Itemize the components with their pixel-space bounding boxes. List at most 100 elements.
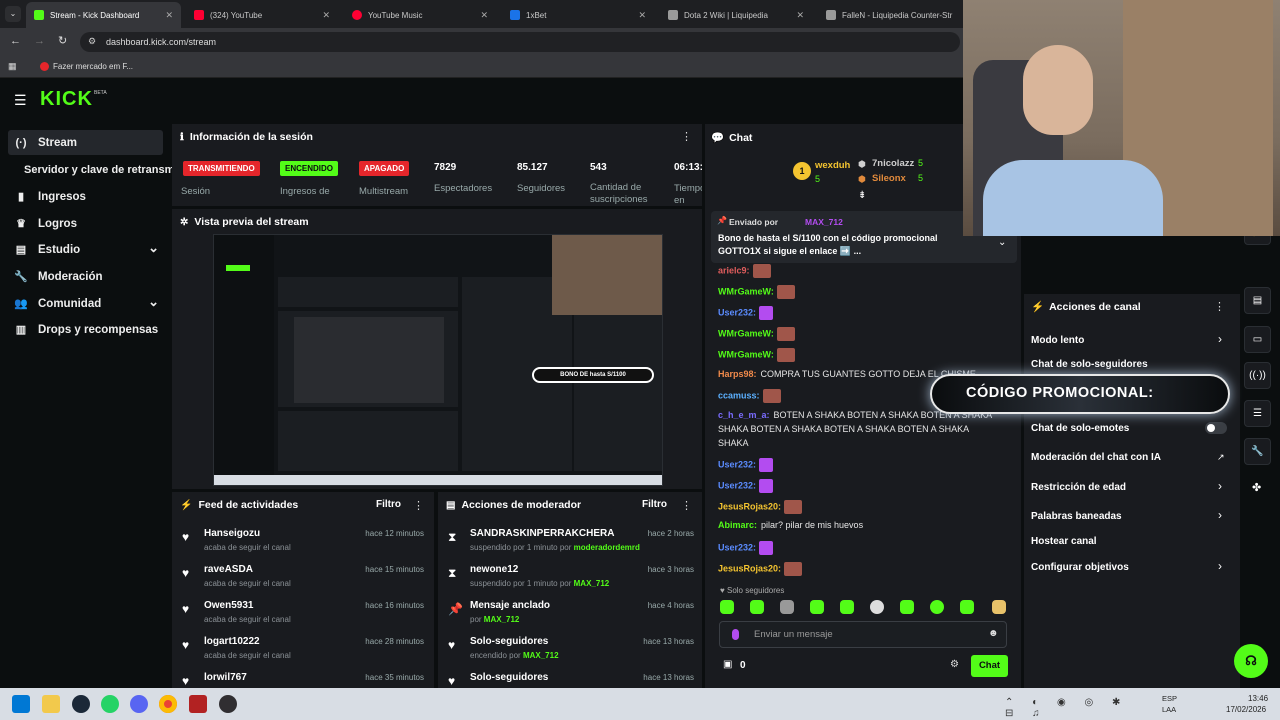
leader-name[interactable]: 7nicolazz (872, 158, 914, 169)
sidebar-item-ingresos[interactable]: ▮ Ingresos (8, 184, 163, 209)
list-item[interactable]: ♥ lorwil767 hace 35 minutos (172, 668, 432, 688)
filter-button[interactable]: Filtro (376, 499, 401, 510)
sidebar-item-moderacion[interactable]: 🔧 Moderación (8, 264, 163, 289)
action-host-channel[interactable]: Hostear canal (1031, 536, 1097, 547)
kick-logo[interactable]: KICK (40, 88, 93, 111)
chat-username[interactable]: WMrGameW: (718, 286, 774, 296)
chat-input[interactable]: Enviar un mensaje ☻ (719, 621, 1007, 648)
chat-username[interactable]: c_h_e_m_a: (718, 410, 770, 420)
reload-icon[interactable]: ↻ (58, 34, 67, 47)
chat-message[interactable]: JesusRojas20: (718, 562, 803, 576)
chat-message[interactable]: SHAKA (718, 438, 749, 448)
target-name[interactable]: Solo-seguidores (470, 636, 548, 647)
sidebar-item-estudio[interactable]: ▤ Estudio ⌄ (8, 237, 163, 262)
tab-dota-wiki[interactable]: Dota 2 Wiki | Liquipedia ✕ (660, 2, 812, 28)
list-item[interactable]: ♥ Owen5931 acaba de seguir el canal hace… (172, 596, 432, 632)
toolbar-button[interactable]: ▭ (1244, 326, 1271, 353)
chevron-right-icon[interactable]: › (1218, 559, 1222, 573)
more-options-icon[interactable]: ⋮ (681, 499, 692, 512)
close-tab-icon[interactable]: ✕ (480, 10, 488, 21)
chat-message[interactable]: WMrGameW: (718, 348, 795, 362)
file-explorer-icon[interactable] (42, 695, 60, 713)
site-info-icon[interactable]: ⚙ (88, 36, 96, 47)
sidebar-item-logros[interactable]: ♛ Logros (8, 211, 163, 236)
stream-preview-video[interactable]: BONO DE hasta S/1100 (213, 234, 663, 486)
emote-icon[interactable] (992, 600, 1006, 614)
chat-message[interactable]: User232: (718, 479, 774, 493)
chat-message[interactable]: User232: (718, 306, 774, 320)
gear-icon[interactable]: ⚙ (950, 659, 959, 670)
discord-icon[interactable] (130, 695, 148, 713)
sidebar-item-server-key[interactable]: Servidor y clave de retransm (20, 157, 175, 182)
close-tab-icon[interactable]: ✕ (165, 10, 173, 21)
emote-icon[interactable] (750, 600, 764, 614)
whatsapp-icon[interactable] (101, 695, 119, 713)
toolbar-button[interactable]: ((·)) (1244, 362, 1271, 389)
action-age-restriction[interactable]: Restricción de edad (1031, 482, 1126, 493)
more-options-icon[interactable]: ⋮ (1214, 300, 1225, 313)
chevron-down-icon[interactable]: ⌄ (148, 240, 159, 256)
sidebar-item-drops[interactable]: ▥ Drops y recompensas (8, 317, 163, 342)
chat-message[interactable]: ccamuss: (718, 389, 781, 403)
username[interactable]: lorwil767 (204, 672, 247, 683)
chat-message[interactable]: SHAKA BOTEN A SHAKA BOTEN A SHAKA BOTEN … (718, 424, 969, 434)
chat-username[interactable]: JesusRojas20: (718, 501, 781, 511)
chevron-down-icon[interactable]: ⌄ (148, 294, 159, 310)
emote-icon[interactable] (810, 600, 824, 614)
username[interactable]: raveASDA (204, 564, 253, 575)
chat-message[interactable]: WMrGameW: (718, 327, 795, 341)
tab-kick-dashboard[interactable]: Stream - Kick Dashboard ✕ (26, 2, 181, 28)
steam-icon[interactable] (72, 695, 90, 713)
emote-icon[interactable] (840, 600, 854, 614)
list-item[interactable]: ⧗ newone12 suspendido por 1 minuto por M… (438, 560, 702, 596)
chat-username[interactable]: Abimarc: (718, 520, 757, 530)
leader-name[interactable]: wexduh (815, 160, 850, 171)
clock-time[interactable]: 13:46 (1248, 694, 1268, 703)
tab-fallen-liquipedia[interactable]: FalleN - Liquipedia Counter-Str (818, 2, 966, 28)
chrome-icon[interactable] (159, 695, 177, 713)
hamburger-menu-icon[interactable]: ☰ (14, 92, 27, 109)
bookmark-item[interactable]: Fazer mercado em F... (53, 62, 133, 71)
emote-icon[interactable] (930, 600, 944, 614)
dota-icon[interactable] (189, 695, 207, 713)
emote-icon[interactable] (960, 600, 974, 614)
chat-message[interactable]: arielc9: (718, 264, 771, 278)
close-tab-icon[interactable]: ✕ (796, 10, 804, 21)
target-name[interactable]: newone12 (470, 564, 518, 575)
emote-icon[interactable] (870, 600, 884, 614)
chat-message[interactable]: WMrGameW: (718, 285, 795, 299)
close-tab-icon[interactable]: ✕ (638, 10, 646, 21)
chevron-down-icon[interactable]: ⌄ (998, 237, 1006, 248)
list-item[interactable]: ♥ raveASDA acaba de seguir el canal hace… (172, 560, 432, 596)
list-item[interactable]: ♥ Solo-seguidores encendido por MAX_712 … (438, 632, 702, 668)
back-icon[interactable]: ← (10, 35, 21, 47)
lang-indicator[interactable]: ESP (1162, 694, 1177, 703)
sidebar-item-stream[interactable]: (·) Stream (8, 130, 163, 155)
pinned-by-user[interactable]: MAX_712 (805, 217, 843, 227)
action-banned-words[interactable]: Palabras baneadas (1031, 511, 1122, 522)
more-options-icon[interactable]: ⋮ (681, 130, 692, 143)
target-name[interactable]: Mensaje anclado (470, 600, 550, 611)
send-chat-button[interactable]: Chat (971, 655, 1008, 677)
chat-username[interactable]: arielc9: (718, 265, 750, 275)
external-link-icon[interactable]: ↗ (1217, 452, 1225, 463)
chat-username[interactable]: ccamuss: (718, 390, 760, 400)
forward-icon[interactable]: → (34, 35, 45, 47)
chat-username[interactable]: WMrGameW: (718, 349, 774, 359)
sidebar-item-comunidad[interactable]: 👥 Comunidad ⌄ (8, 291, 163, 316)
action-ai-moderation[interactable]: Moderación del chat con IA (1031, 452, 1161, 463)
action-configure-goals[interactable]: Configurar objetivos (1031, 562, 1129, 573)
target-name[interactable]: Solo-seguidores (470, 672, 548, 683)
emotes-only-toggle[interactable] (1205, 422, 1227, 434)
toolbar-button[interactable]: ▤ (1244, 287, 1271, 314)
list-item[interactable]: ⧗ SANDRASKINPERRAKCHERA suspendido por 1… (438, 524, 702, 560)
address-bar[interactable]: ⚙ dashboard.kick.com/stream (80, 32, 960, 52)
expand-icon[interactable]: ⇟ (858, 190, 866, 201)
chat-message[interactable]: Abimarc: pilar? pilar de mis huevos (718, 520, 863, 530)
chat-message[interactable]: User232: (718, 541, 774, 555)
chat-message[interactable]: User232: (718, 458, 774, 472)
chat-message[interactable]: JesusRojas20: (718, 500, 803, 514)
list-item[interactable]: ♥ Hanseigozu acaba de seguir el canal ha… (172, 524, 432, 560)
chevron-right-icon[interactable]: › (1218, 508, 1222, 522)
toolbar-button[interactable]: 🔧 (1244, 438, 1271, 465)
